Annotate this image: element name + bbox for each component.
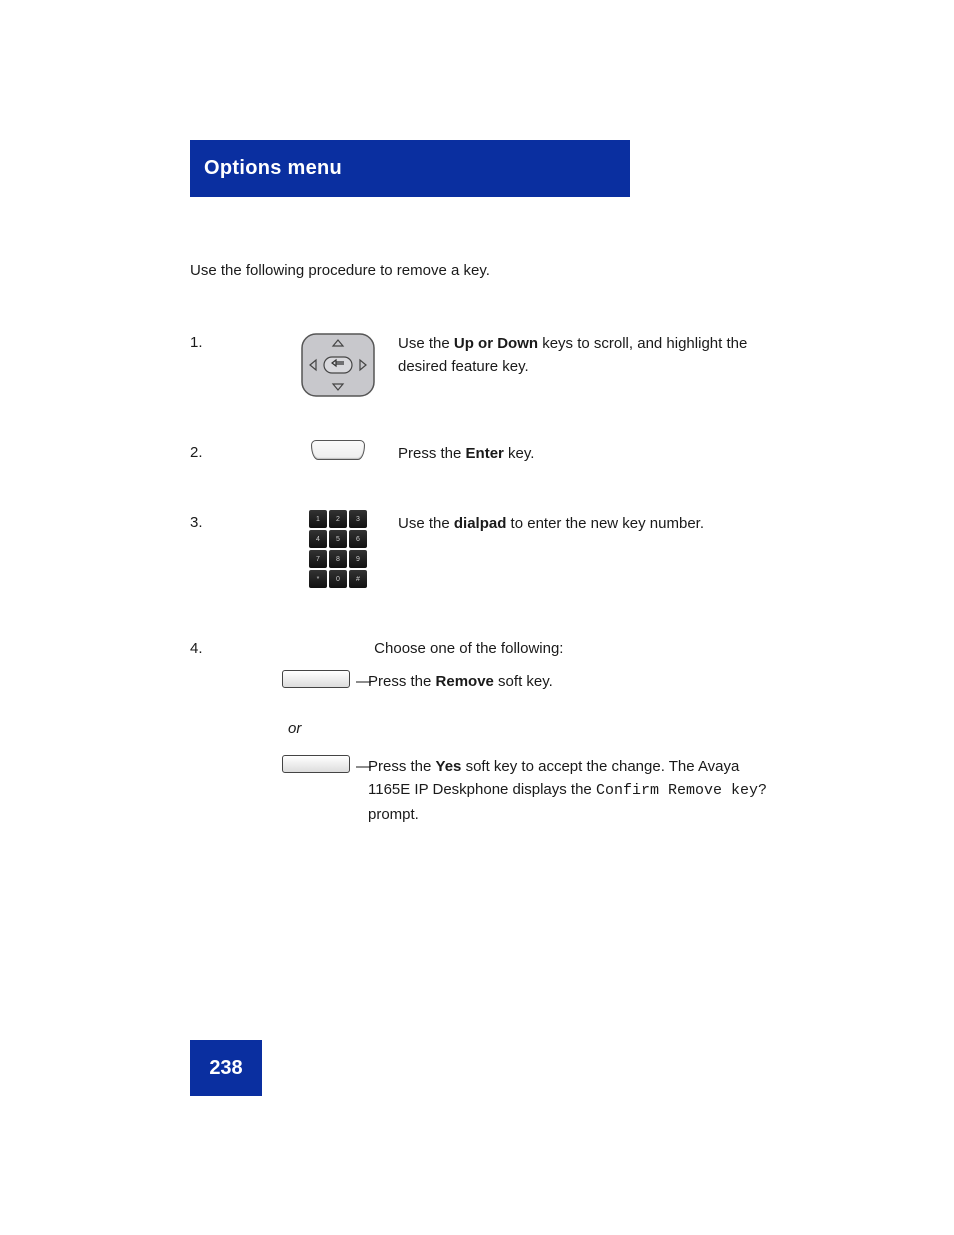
- page-number-text: 238: [209, 1057, 242, 1080]
- step-1-number: 1.: [190, 330, 278, 351]
- step-2-number: 2.: [190, 440, 278, 461]
- step-4b-text: — Press the Yes soft key to accept the c…: [368, 755, 768, 826]
- dialpad-key: 3: [349, 510, 367, 528]
- step-3: 3. 1 2 3 4 5 6 7 8 9 * 0 # Use the dialp…: [190, 510, 758, 588]
- dialpad-key: 9: [349, 550, 367, 568]
- remove-softkey-icon: [282, 670, 350, 688]
- step-4-text: Choose one of the following:: [374, 640, 563, 657]
- step-1: 1. Use the Up or Down keys to scroll, an…: [190, 330, 758, 400]
- or-text: or: [288, 720, 301, 737]
- page-number: 238: [190, 1040, 262, 1096]
- dialpad-key: #: [349, 570, 367, 588]
- enter-key-icon: [311, 440, 365, 460]
- dialpad-key: 6: [349, 530, 367, 548]
- section-title-bar: Options menu: [190, 140, 630, 197]
- step-4-number: 4.: [190, 640, 370, 657]
- step-1-text: Use the Up or Down keys to scroll, and h…: [398, 330, 758, 379]
- step-2-text: Press the Enter key.: [398, 440, 758, 465]
- step-4-row: 4. Choose one of the following:: [190, 640, 563, 657]
- step-2-icon-column: [278, 440, 398, 460]
- yes-softkey-icon: [282, 755, 350, 773]
- step-4a-spacer: [190, 670, 278, 674]
- step-3-text: Use the dialpad to enter the new key num…: [398, 510, 758, 535]
- dialpad-key: 1: [309, 510, 327, 528]
- intro-text: Use the following procedure to remove a …: [190, 260, 490, 283]
- step-1-icon-column: [278, 330, 398, 400]
- dialpad-key: 5: [329, 530, 347, 548]
- section-title-text: Options menu: [204, 157, 342, 180]
- dialpad-key: 2: [329, 510, 347, 528]
- step-2: 2. Press the Enter key.: [190, 440, 758, 465]
- dialpad-key: 0: [329, 570, 347, 588]
- step-4b-spacer: [190, 755, 278, 759]
- step-3-number: 3.: [190, 510, 278, 531]
- step-4a-text: — Press the Remove soft key.: [368, 670, 768, 693]
- dialpad-key: *: [309, 570, 327, 588]
- dialpad-icon: 1 2 3 4 5 6 7 8 9 * 0 #: [309, 510, 367, 588]
- nav-cluster-icon: [298, 330, 378, 400]
- dialpad-key: 7: [309, 550, 327, 568]
- dialpad-key: 8: [329, 550, 347, 568]
- step-3-icon-column: 1 2 3 4 5 6 7 8 9 * 0 #: [278, 510, 398, 588]
- dialpad-key: 4: [309, 530, 327, 548]
